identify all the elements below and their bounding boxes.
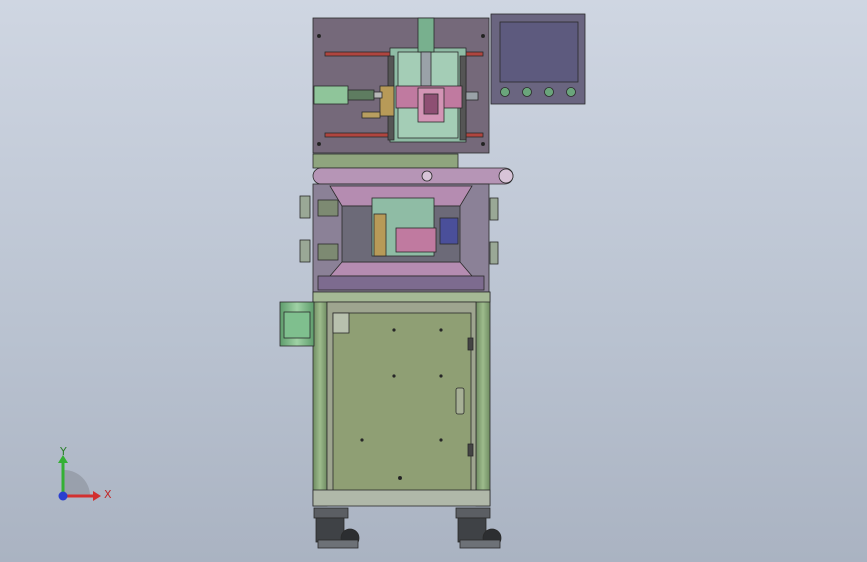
hmi-button-4[interactable] bbox=[566, 87, 576, 97]
middle-enclosure[interactable] bbox=[312, 183, 490, 293]
cabinet-door[interactable] bbox=[332, 312, 472, 492]
side-motor[interactable] bbox=[279, 301, 315, 347]
door-handle[interactable] bbox=[455, 387, 465, 415]
hmi-panel[interactable] bbox=[490, 13, 586, 105]
cad-viewport[interactable]: Y X bbox=[0, 0, 867, 562]
lower-cabinet[interactable] bbox=[312, 291, 491, 507]
hmi-screen[interactable] bbox=[499, 21, 579, 83]
caster-left bbox=[313, 507, 360, 549]
hmi-button-1[interactable] bbox=[500, 87, 510, 97]
y-axis-label: Y bbox=[59, 445, 67, 458]
hmi-button-3[interactable] bbox=[544, 87, 554, 97]
caster-right bbox=[455, 507, 502, 549]
hmi-button-2[interactable] bbox=[522, 87, 532, 97]
machine-assembly[interactable] bbox=[279, 13, 586, 549]
xyz-triad-icon: Y X bbox=[58, 445, 112, 501]
conveyor-arm[interactable] bbox=[312, 153, 514, 185]
x-axis-label: X bbox=[104, 488, 112, 501]
